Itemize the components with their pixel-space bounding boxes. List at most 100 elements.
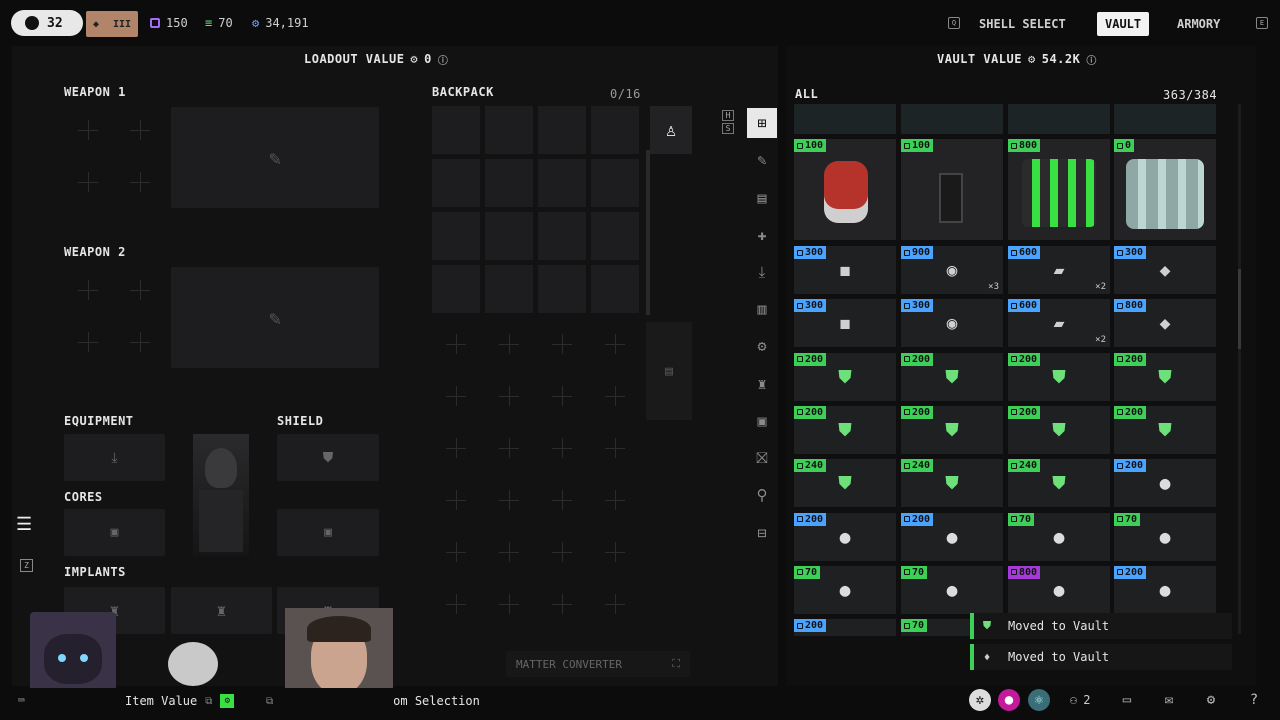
vault-item[interactable] — [1114, 104, 1216, 134]
settings-icon[interactable]: ⚙ — [1200, 689, 1222, 711]
core-slot-2[interactable]: ▣ — [277, 509, 379, 556]
backpack-cell[interactable] — [485, 212, 533, 260]
tab-shell-select[interactable]: SHELL SELECT — [971, 12, 1074, 36]
vault-item[interactable]: 200 ⛊ — [1008, 352, 1110, 401]
backpack-cell[interactable] — [591, 212, 639, 260]
weapon2-slot[interactable]: ✎ — [171, 267, 379, 368]
vault-item[interactable]: 240 ⛊ — [1008, 459, 1110, 508]
vault-item[interactable]: 200● — [794, 619, 896, 636]
vault-item[interactable]: 200● — [1114, 565, 1216, 614]
vault-item[interactable]: 800 ● — [1008, 565, 1110, 614]
level-pill[interactable]: 32 — [11, 10, 83, 36]
crew-avatar-2[interactable]: ● — [998, 689, 1020, 711]
item-value-toggle[interactable]: Item Value ⧉ ⚙ — [125, 694, 235, 708]
vault-scroll-thumb[interactable] — [1238, 269, 1241, 349]
backpack-cell[interactable] — [432, 159, 480, 207]
custom-selection-toggle[interactable]: ⧉ om Selection — [266, 694, 480, 708]
mod-slot[interactable] — [62, 264, 114, 316]
backpack-cell[interactable] — [432, 265, 480, 313]
vault-item[interactable]: 240 ⛊ — [901, 459, 1003, 508]
vault-item[interactable] — [1008, 104, 1110, 134]
menu-icon[interactable]: ☰ — [16, 514, 32, 535]
equipment-slot[interactable]: ⤓ — [64, 434, 165, 481]
vault-item[interactable] — [794, 104, 896, 134]
backpack-cell[interactable] — [538, 212, 586, 260]
vault-item[interactable]: 0 — [1114, 139, 1216, 240]
container-filter-icon[interactable]: ⊟ — [747, 518, 777, 548]
weapon-filter-icon[interactable]: ✎ — [747, 145, 777, 175]
vault-item[interactable]: 100 — [794, 139, 896, 240]
vault-item[interactable]: 70 ● — [1114, 512, 1216, 561]
mod-slot[interactable] — [62, 156, 114, 208]
info-icon[interactable]: ⓘ — [438, 52, 449, 67]
vault-item[interactable]: 300 ◉ — [901, 299, 1003, 348]
help-icon[interactable]: ? — [1243, 689, 1265, 711]
vault-item[interactable]: 70 ● — [1008, 512, 1110, 561]
vault-item[interactable]: 200 ⛊ — [901, 405, 1003, 454]
salvage-filter-icon[interactable]: ⛝ — [747, 443, 777, 473]
vault-item[interactable]: 200● — [1114, 459, 1216, 508]
character-tab[interactable]: ♙ — [650, 106, 692, 154]
vault-scrollbar[interactable] — [1238, 104, 1241, 634]
ammo-filter-icon[interactable]: ▤ — [747, 183, 777, 213]
vault-item[interactable]: 200 ⛊ — [794, 405, 896, 454]
mod-filter-icon[interactable]: ▥ — [747, 294, 777, 324]
consumable-filter-icon[interactable]: ✚ — [747, 220, 777, 250]
core-filter-icon[interactable]: ▣ — [747, 406, 777, 436]
vault-item[interactable]: 600 ▰ ×2 — [1008, 299, 1110, 348]
backpack-cell[interactable] — [485, 159, 533, 207]
vault-item[interactable]: 100 — [901, 139, 1003, 240]
backpack-cell[interactable] — [485, 265, 533, 313]
vault-item[interactable]: 200 ⛊ — [794, 352, 896, 401]
crew-avatar-1[interactable]: ✲ — [969, 689, 991, 711]
vault-item[interactable]: 70 ● — [794, 565, 896, 614]
crew-avatar-3[interactable]: ⚛ — [1028, 689, 1050, 711]
vault-item[interactable]: 240 ⛊ — [794, 459, 896, 508]
mod-slot[interactable] — [114, 316, 166, 368]
equipment-filter-icon[interactable]: ⤓ — [747, 257, 777, 287]
vault-item[interactable]: 200 ⛊ — [901, 352, 1003, 401]
backpack-cell[interactable] — [591, 159, 639, 207]
info-icon[interactable]: ⓘ — [1086, 52, 1097, 67]
backpack-cell[interactable] — [591, 106, 639, 154]
vault-item[interactable]: 200● — [901, 512, 1003, 561]
backpack-cell[interactable] — [432, 212, 480, 260]
mod-slot[interactable] — [114, 264, 166, 316]
mod-slot[interactable] — [62, 104, 114, 156]
vault-item[interactable]: 200 ⛊ — [1008, 405, 1110, 454]
vault-item[interactable]: 200● — [794, 512, 896, 561]
backpack-cell[interactable] — [538, 159, 586, 207]
squad-counter[interactable]: ⚇ 2 — [1070, 693, 1090, 707]
shield-slot[interactable]: ⛊ — [277, 434, 379, 481]
vault-item[interactable]: 800 — [1008, 139, 1110, 240]
tab-vault[interactable]: VAULT — [1097, 12, 1150, 36]
vault-item[interactable]: 800 ◆ — [1114, 299, 1216, 348]
vault-item[interactable]: 70 ● — [901, 565, 1003, 614]
core-slot-1[interactable]: ▣ — [64, 509, 165, 556]
vault-item[interactable]: 600 ▰ ×2 — [1008, 246, 1110, 294]
tab-armory[interactable]: ARMORY — [1169, 12, 1228, 36]
backpack-cell[interactable] — [485, 106, 533, 154]
implant-slot-2[interactable]: ♜ — [171, 587, 272, 634]
vault-item[interactable]: 200 ⛊ — [1114, 352, 1216, 401]
weapon1-slot[interactable]: ✎ — [171, 107, 379, 208]
mod-slot[interactable] — [114, 104, 166, 156]
backpack-cell[interactable] — [538, 106, 586, 154]
chip-filter-icon[interactable]: ⚙ — [747, 331, 777, 361]
vault-item[interactable]: 300 ◼ — [794, 299, 896, 348]
backpack-scrollbar[interactable] — [646, 150, 650, 315]
vault-item[interactable]: 900 ◉ ×3 — [901, 246, 1003, 294]
chat-icon[interactable]: ▭ — [1116, 689, 1138, 711]
grid-filter-icon[interactable]: ⊞ — [747, 108, 777, 138]
backpack-cell[interactable] — [432, 106, 480, 154]
vault-item[interactable]: 200 ⛊ — [1114, 405, 1216, 454]
backpack-cell[interactable] — [591, 265, 639, 313]
key-filter-icon[interactable]: ⚲ — [747, 480, 777, 510]
vault-item[interactable]: 300 ◆ — [1114, 246, 1216, 294]
implant-filter-icon[interactable]: ♜ — [747, 369, 777, 399]
vault-item[interactable]: 300 ◼ — [794, 246, 896, 294]
mod-slot[interactable] — [114, 156, 166, 208]
mail-icon[interactable]: ✉ — [1158, 689, 1180, 711]
backpack-cell[interactable] — [538, 265, 586, 313]
vault-item[interactable] — [901, 104, 1003, 134]
